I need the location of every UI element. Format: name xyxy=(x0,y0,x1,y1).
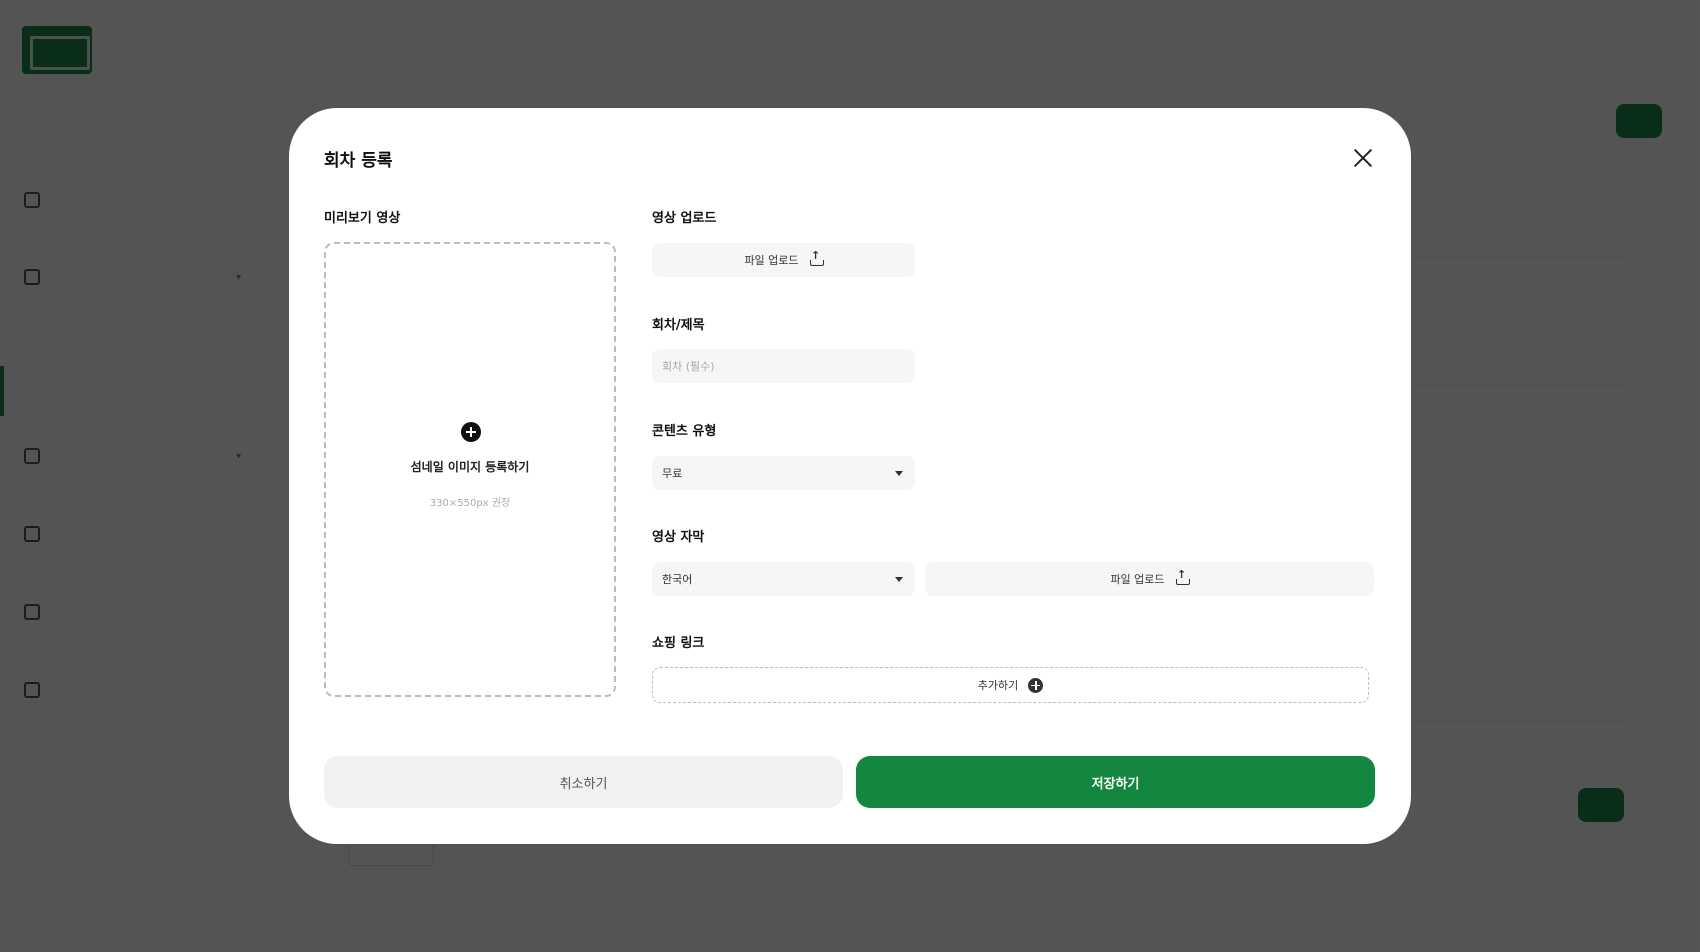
close-icon[interactable] xyxy=(1349,144,1377,172)
video-upload-button[interactable]: 파일 업로드 xyxy=(652,243,915,277)
cancel-button[interactable]: 취소하기 xyxy=(324,756,843,808)
add-shopping-link-label: 추가하기 xyxy=(977,679,1019,692)
plus-circle-icon xyxy=(1028,677,1044,693)
subtitle-language-value: 한국어 xyxy=(662,573,693,586)
modal-title: 회차 등록 xyxy=(324,151,393,171)
video-upload-label: 영상 업로드 xyxy=(652,211,717,226)
thumbnail-size-hint: 330×550px 권장 xyxy=(429,498,511,509)
shopping-link-label: 쇼핑 링크 xyxy=(652,636,705,651)
thumbnail-register-text: 섬네일 이미지 등록하기 xyxy=(410,460,530,474)
episode-title-label: 회차/제목 xyxy=(652,318,705,333)
plus-circle-icon xyxy=(461,422,481,442)
save-button[interactable]: 저장하기 xyxy=(856,756,1375,808)
thumbnail-dropzone[interactable]: 섬네일 이미지 등록하기 330×550px 권장 xyxy=(324,242,616,697)
episode-register-modal: 회차 등록 미리보기 영상 섬네일 이미지 등록하기 330×550px 권장 … xyxy=(289,108,1411,844)
caret-down-icon xyxy=(895,576,903,582)
add-shopping-link-button[interactable]: 추가하기 xyxy=(652,667,1369,703)
content-type-value: 무료 xyxy=(662,467,683,480)
caret-down-icon xyxy=(895,470,903,476)
content-type-label: 콘텐츠 유형 xyxy=(652,424,717,439)
subtitle-label: 영상 자막 xyxy=(652,530,705,545)
preview-label: 미리보기 영상 xyxy=(324,211,401,226)
episode-title-input[interactable] xyxy=(652,349,915,383)
upload-icon xyxy=(1175,568,1190,586)
subtitle-upload-button[interactable]: 파일 업로드 xyxy=(925,562,1374,596)
content-type-select[interactable]: 무료 xyxy=(652,456,915,490)
video-upload-button-label: 파일 업로드 xyxy=(744,254,799,267)
subtitle-language-select[interactable]: 한국어 xyxy=(652,562,915,596)
subtitle-upload-button-label: 파일 업로드 xyxy=(1110,573,1165,586)
episode-title-field xyxy=(652,349,915,383)
upload-icon xyxy=(809,249,824,267)
